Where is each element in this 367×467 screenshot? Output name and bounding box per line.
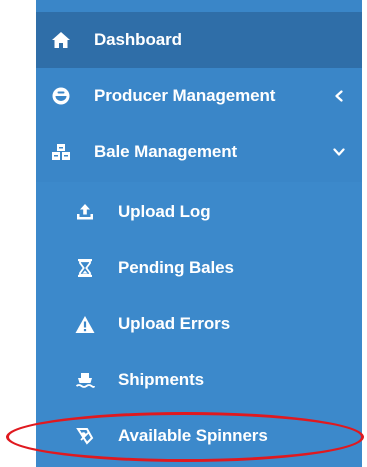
sidebar-item-label: Available Spinners [118, 426, 268, 445]
ship-icon [74, 369, 96, 391]
bowl-icon [50, 85, 72, 107]
sidebar-subitem-available-spinners[interactable]: Available Spinners [36, 408, 362, 464]
sidebar-item-bale-management[interactable]: Bale Management [36, 124, 362, 180]
hourglass-icon [74, 257, 96, 279]
upload-icon [74, 201, 96, 223]
sidebar-subitem-upload-log[interactable]: Upload Log [36, 184, 362, 240]
sidebar-subitem-upload-errors[interactable]: Upload Errors [36, 296, 362, 352]
sidebar-item-label: Upload Errors [118, 314, 231, 333]
spinner-icon [74, 425, 96, 447]
sidebar-item-label: Upload Log [118, 202, 211, 221]
sidebar-item-producer-management[interactable]: Producer Management [36, 68, 362, 124]
sidebar-item-label: Bale Management [94, 142, 238, 161]
sidebar-subitem-pending-bales[interactable]: Pending Bales [36, 240, 362, 296]
sidebar-nav: Dashboard Producer Management Bale Manag… [36, 0, 362, 467]
warning-icon [74, 313, 96, 335]
sidebar-item-label: Producer Management [94, 86, 276, 105]
sidebar-item-label: Shipments [118, 370, 205, 389]
sidebar-item-label: Dashboard [94, 30, 182, 49]
chevron-left-icon[interactable] [332, 89, 346, 103]
sidebar-item-dashboard[interactable]: Dashboard [36, 12, 362, 68]
sidebar-subitem-shipments[interactable]: Shipments [36, 352, 362, 408]
chevron-down-icon[interactable] [332, 145, 346, 159]
bales-icon [50, 141, 72, 163]
home-icon [50, 29, 72, 51]
sidebar-item-label: Pending Bales [118, 258, 234, 277]
